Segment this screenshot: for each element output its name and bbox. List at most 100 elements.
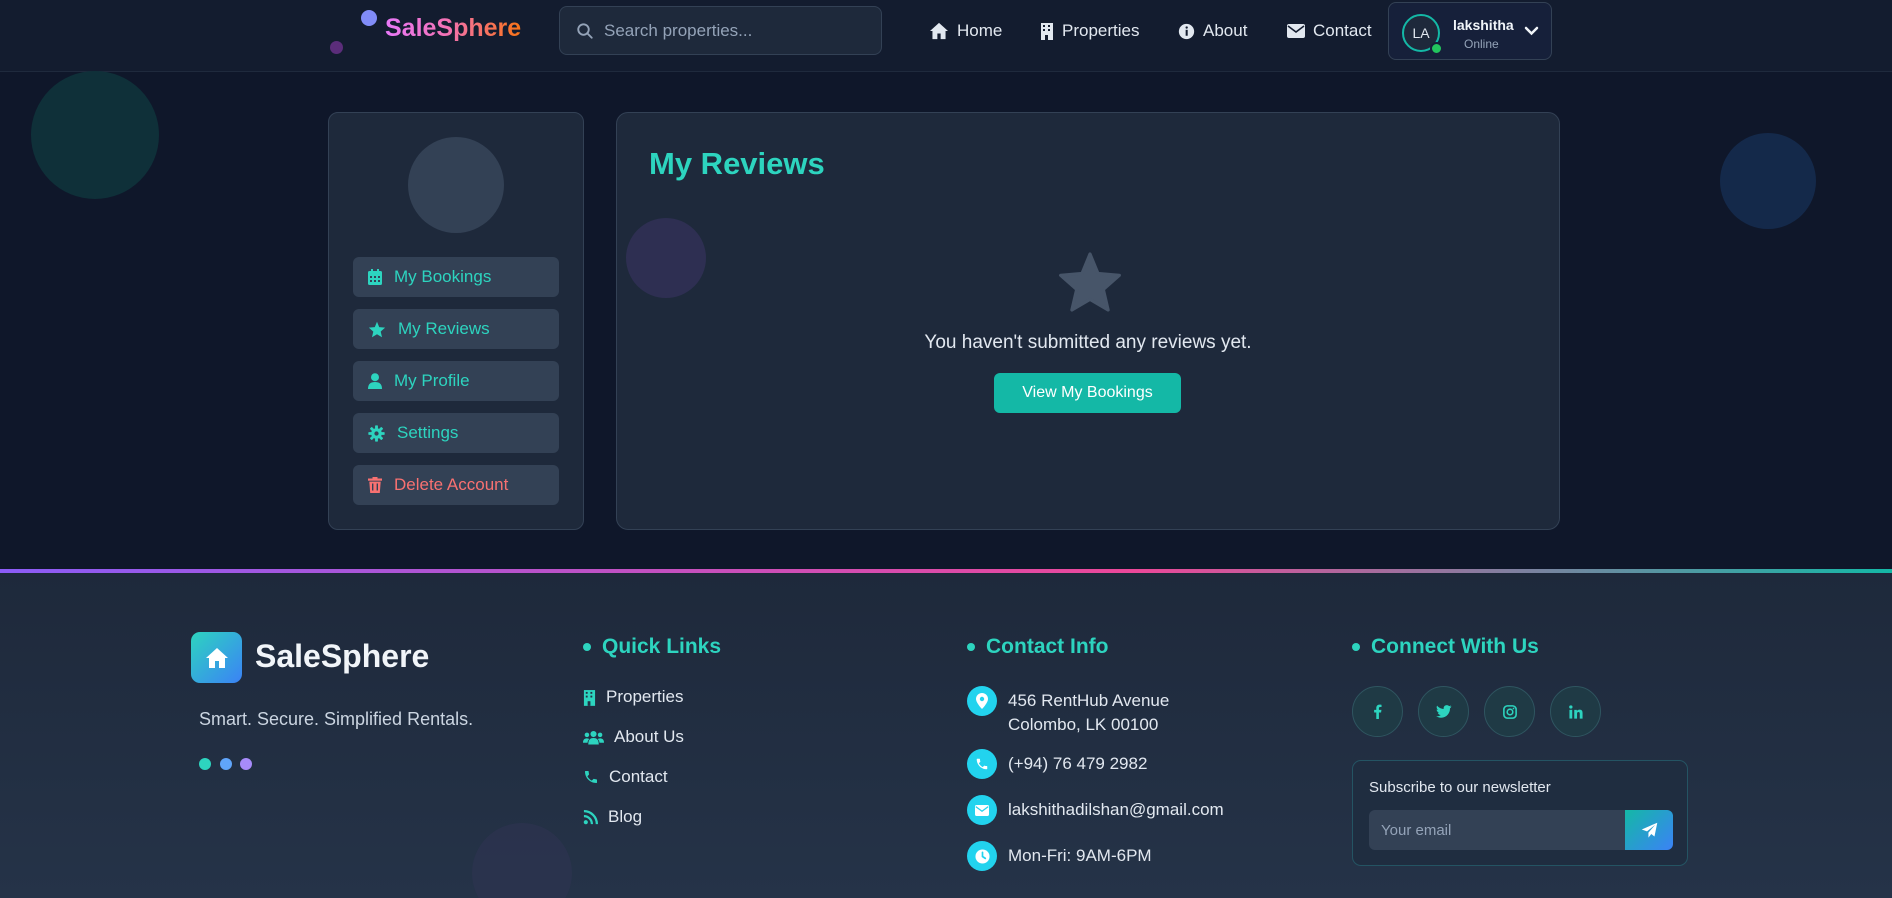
logo-dot (361, 10, 377, 26)
newsletter-title: Subscribe to our newsletter (1369, 779, 1551, 796)
address-line-2: Colombo, LK 00100 (1008, 715, 1159, 734)
footer-tagline: Smart. Secure. Simplified Rentals. (199, 709, 474, 729)
envelope-icon (1287, 24, 1305, 38)
view-bookings-button[interactable]: View My Bookings (994, 373, 1181, 413)
decorative-bubble (626, 218, 706, 298)
contact-phone: (+94) 76 479 2982 (967, 749, 1147, 779)
newsletter-submit-button[interactable] (1625, 810, 1673, 850)
clock-icon (967, 841, 997, 871)
nav-contact-label: Contact (1313, 21, 1372, 40)
nav-contact[interactable]: Contact (1287, 19, 1372, 43)
footer-link-label: Contact (609, 767, 668, 786)
nav-home-label: Home (957, 21, 1003, 40)
linkedin-icon (1568, 704, 1583, 719)
nav-home[interactable]: Home (929, 19, 1002, 43)
decorative-dot (240, 758, 252, 770)
sidebar-item-settings[interactable]: Settings (353, 413, 559, 453)
profile-picture (408, 137, 504, 233)
nav-about[interactable]: About (1178, 19, 1247, 43)
gear-icon (368, 424, 385, 442)
facebook-icon (1374, 704, 1382, 719)
trash-icon (368, 477, 382, 493)
top-navbar: SaleSphere Home Properties About Contact… (0, 0, 1892, 72)
sidebar-item-label: My Profile (394, 371, 470, 390)
newsletter-email-input[interactable] (1369, 810, 1625, 850)
email-address[interactable]: lakshithadilshan@gmail.com (1008, 795, 1224, 822)
decorative-bubble (1720, 133, 1816, 229)
sidebar-item-label: Settings (397, 423, 459, 442)
business-hours: Mon-Fri: 9AM-6PM (1008, 846, 1152, 865)
nav-properties[interactable]: Properties (1040, 19, 1139, 43)
connect-heading-text: Connect With Us (1371, 635, 1539, 658)
sidebar-item-my-bookings[interactable]: My Bookings (353, 257, 559, 297)
phone-icon (585, 771, 597, 783)
account-sidebar: My Bookings My Reviews My Profile Settin… (328, 112, 584, 530)
footer-link-label: About Us (614, 727, 684, 746)
footer-link-properties[interactable]: Properties (583, 687, 683, 707)
decorative-dot (220, 758, 232, 770)
nav-properties-label: Properties (1062, 21, 1140, 40)
twitter-icon (1435, 705, 1452, 718)
footer-link-label: Blog (608, 807, 643, 826)
building-icon (1041, 23, 1053, 40)
paper-plane-icon (1641, 822, 1657, 838)
decorative-bubble (31, 71, 159, 199)
empty-star-icon (1059, 252, 1121, 312)
sidebar-item-my-profile[interactable]: My Profile (353, 361, 559, 401)
user-icon (368, 373, 382, 389)
phone-number: (+94) 76 479 2982 (1008, 754, 1148, 773)
footer-link-contact[interactable]: Contact (583, 767, 668, 787)
instagram-icon (1502, 704, 1517, 719)
search-input[interactable] (604, 7, 874, 54)
users-icon (583, 730, 604, 744)
decorative-dot (199, 758, 211, 770)
sidebar-item-my-reviews[interactable]: My Reviews (353, 309, 559, 349)
nav-about-label: About (1203, 21, 1248, 40)
contact-email: lakshithadilshan@gmail.com (967, 795, 1224, 825)
phone-icon (967, 749, 997, 779)
heading-bullet (1352, 643, 1360, 651)
user-status: Online (1464, 37, 1499, 51)
newsletter-box: Subscribe to our newsletter (1352, 760, 1688, 866)
user-menu[interactable]: LA lakshitha Online (1388, 2, 1552, 60)
facebook-button[interactable] (1352, 686, 1403, 737)
quick-links-heading: Quick Links (583, 635, 721, 659)
sidebar-item-delete-account[interactable]: Delete Account (353, 465, 559, 505)
sidebar-item-label: My Reviews (398, 319, 490, 338)
rss-icon (583, 809, 598, 824)
sidebar-item-label: Delete Account (394, 475, 509, 494)
star-icon (368, 321, 386, 337)
map-pin-icon (967, 686, 997, 716)
footer-link-about-us[interactable]: About Us (583, 727, 684, 747)
contact-info-heading-text: Contact Info (986, 635, 1109, 658)
reviews-panel: My Reviews You haven't submitted any rev… (616, 112, 1560, 530)
building-icon (583, 689, 596, 706)
home-icon (930, 22, 948, 40)
twitter-button[interactable] (1418, 686, 1469, 737)
info-icon (1178, 23, 1195, 39)
contact-info-heading: Contact Info (967, 635, 1108, 659)
quick-links-heading-text: Quick Links (602, 635, 722, 658)
connect-heading: Connect With Us (1352, 635, 1539, 659)
address-line-1: 456 RentHub Avenue (1008, 691, 1170, 710)
user-name: lakshitha (1453, 17, 1514, 33)
instagram-button[interactable] (1484, 686, 1535, 737)
home-icon (205, 647, 228, 668)
online-status-dot (1430, 42, 1443, 55)
site-logo[interactable]: SaleSphere (385, 14, 521, 43)
contact-address: 456 RentHub Avenue Colombo, LK 00100 (967, 686, 1169, 737)
chevron-down-icon (1524, 26, 1539, 36)
footer-link-blog[interactable]: Blog (583, 807, 642, 827)
page-title: My Reviews (649, 146, 825, 181)
linkedin-button[interactable] (1550, 686, 1601, 737)
empty-state-message: You haven't submitted any reviews yet. (924, 332, 1252, 353)
heading-bullet (967, 643, 975, 651)
calendar-icon (368, 269, 382, 285)
envelope-icon (967, 795, 997, 825)
decorative-bubble (472, 823, 572, 898)
contact-hours: Mon-Fri: 9AM-6PM (967, 841, 1152, 871)
heading-bullet (583, 643, 591, 651)
sidebar-item-label: My Bookings (394, 267, 492, 286)
site-footer: SaleSphere Smart. Secure. Simplified Ren… (0, 573, 1892, 898)
footer-logo-badge (191, 632, 242, 683)
